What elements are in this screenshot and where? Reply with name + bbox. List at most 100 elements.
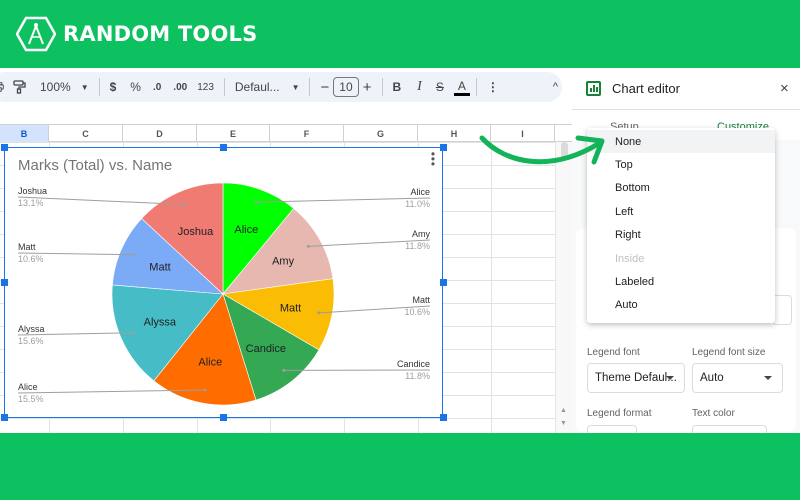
column-header-f[interactable]: F (270, 125, 344, 142)
font-size-input[interactable]: 10 (333, 77, 359, 97)
text-color-select[interactable] (692, 425, 767, 433)
legend-label: Amy (412, 229, 431, 239)
legend-position-dropdown: None Top Bottom Left Right Inside Labele… (587, 128, 775, 323)
slice-label: Candice (246, 343, 286, 355)
leader-dot (254, 200, 258, 204)
number-format-button[interactable]: 123 (193, 75, 218, 99)
leader-dot (306, 244, 310, 248)
legend-format-buttons[interactable] (587, 425, 637, 433)
divider (98, 78, 100, 96)
increase-font-size-button[interactable]: + (359, 75, 376, 99)
chevron-down-icon (764, 376, 772, 380)
column-header-g[interactable]: G (344, 125, 418, 142)
collapse-toolbar-icon[interactable]: ^ (549, 75, 562, 99)
vertical-scrollbar[interactable]: ▲ ▼ (555, 142, 572, 433)
scroll-down-icon[interactable]: ▼ (560, 420, 567, 427)
divider (309, 78, 311, 96)
slice-label: Alyssa (144, 316, 177, 328)
resize-handle-left[interactable] (1, 279, 8, 286)
currency-button[interactable]: $ (106, 75, 121, 99)
close-icon[interactable]: × (780, 80, 789, 97)
legend-label: Candice (397, 359, 430, 369)
spreadsheet-area: 100% ▼ $ % .0 .00 123 Defaul... ▼ − 10 + B… (0, 68, 572, 433)
resize-handle-top-left[interactable] (1, 144, 8, 151)
legend-font-size-label: Legend font size (692, 347, 766, 358)
leader-dot (282, 368, 286, 372)
legend-percent: 11.8% (405, 241, 430, 251)
legend-option-none[interactable]: None (587, 130, 775, 154)
pie-chart-svg: Alice Amy Matt Candice Alice Alyssa Matt Joshua… (17, 182, 431, 406)
chart-editor-header: Chart editor × (572, 68, 800, 110)
slice-label: Amy (272, 255, 295, 267)
more-options-icon[interactable]: ⋮ (483, 75, 503, 99)
legend-label: Matt (18, 242, 36, 252)
strikethrough-button[interactable]: S (432, 75, 448, 99)
print-icon[interactable] (0, 75, 8, 99)
percent-button[interactable]: % (126, 75, 145, 99)
formula-bar[interactable] (0, 108, 572, 124)
slice-label: Alice (234, 224, 258, 236)
legend-percent: 10.6% (404, 307, 430, 317)
legend-font-label: Legend font (587, 347, 640, 358)
resize-handle-bottom[interactable] (220, 414, 227, 421)
legend-percent: 11.0% (405, 199, 430, 209)
legend-percent: 11.8% (405, 371, 430, 381)
leader-dot (182, 202, 186, 206)
text-color-label: Text color (692, 408, 735, 419)
legend-option-inside: Inside (615, 252, 645, 265)
scroll-up-icon[interactable]: ▲ (560, 407, 567, 414)
italic-button[interactable]: I (413, 75, 426, 99)
slice-label: Matt (149, 261, 170, 273)
legend-option-top[interactable]: Top (587, 153, 775, 176)
resize-handle-bottom-left[interactable] (1, 414, 8, 421)
slice-label: Alice (198, 357, 222, 369)
increase-decimal-button[interactable]: .00 (169, 75, 191, 99)
column-header-c[interactable]: C (49, 125, 123, 142)
slice-label: Matt (280, 302, 301, 314)
legend-percent: 10.6% (18, 254, 44, 264)
legend-option-left[interactable]: Left (587, 200, 775, 223)
legend-font-select[interactable]: Theme Defaul... (587, 363, 685, 393)
brand-footer (0, 433, 800, 500)
legend-option-labeled[interactable]: Labeled (587, 270, 775, 293)
chart-editor-title: Chart editor (612, 81, 680, 96)
legend-percent: 15.5% (18, 394, 44, 404)
compass-logo-icon (16, 16, 56, 52)
chart-icon (586, 81, 601, 96)
resize-handle-top-right[interactable] (440, 144, 447, 151)
column-header-d[interactable]: D (123, 125, 197, 142)
column-header-e[interactable]: E (197, 125, 270, 142)
zoom-select[interactable]: 100% ▼ (36, 75, 93, 99)
chevron-down-icon: ▼ (80, 82, 89, 92)
legend-label: Joshua (18, 186, 47, 196)
leader-dot (131, 331, 135, 335)
pie-chart[interactable]: Marks (Total) vs. Name • • • Alice Amy Matt C… (4, 147, 443, 418)
decrease-decimal-button[interactable]: .0 (149, 75, 165, 99)
legend-option-bottom[interactable]: Bottom (587, 177, 775, 200)
column-header-b[interactable]: B (0, 125, 49, 142)
paint-format-icon[interactable] (8, 75, 30, 99)
chevron-down-icon: ▼ (291, 82, 300, 92)
toolbar: 100% ▼ $ % .0 .00 123 Defaul... ▼ − 10 + B… (0, 72, 562, 102)
annotation-arrow-icon (479, 135, 605, 165)
resize-handle-bottom-right[interactable] (440, 414, 447, 421)
slice-label: Joshua (178, 226, 214, 238)
legend-option-auto[interactable]: Auto (587, 294, 775, 317)
legend-option-right[interactable]: Right (587, 224, 775, 247)
resize-handle-top[interactable] (220, 144, 227, 151)
leader-dot (317, 311, 321, 315)
legend-position-select[interactable] (772, 295, 792, 325)
text-color-button[interactable]: A (453, 78, 470, 96)
legend-label: Alice (410, 187, 430, 197)
font-select[interactable]: Defaul... ▼ (231, 75, 304, 99)
leader-dot (203, 388, 207, 392)
bold-button[interactable]: B (388, 75, 405, 99)
legend-format-label: Legend format (587, 408, 652, 419)
legend-percent: 13.1% (18, 198, 44, 208)
chevron-down-icon (666, 376, 674, 380)
brand-name: RANDOM TOOLS (63, 22, 258, 46)
resize-handle-right[interactable] (440, 279, 447, 286)
legend-font-size-select[interactable]: Auto (692, 363, 783, 393)
decrease-font-size-button[interactable]: − (316, 75, 333, 99)
grid-line (491, 142, 492, 433)
